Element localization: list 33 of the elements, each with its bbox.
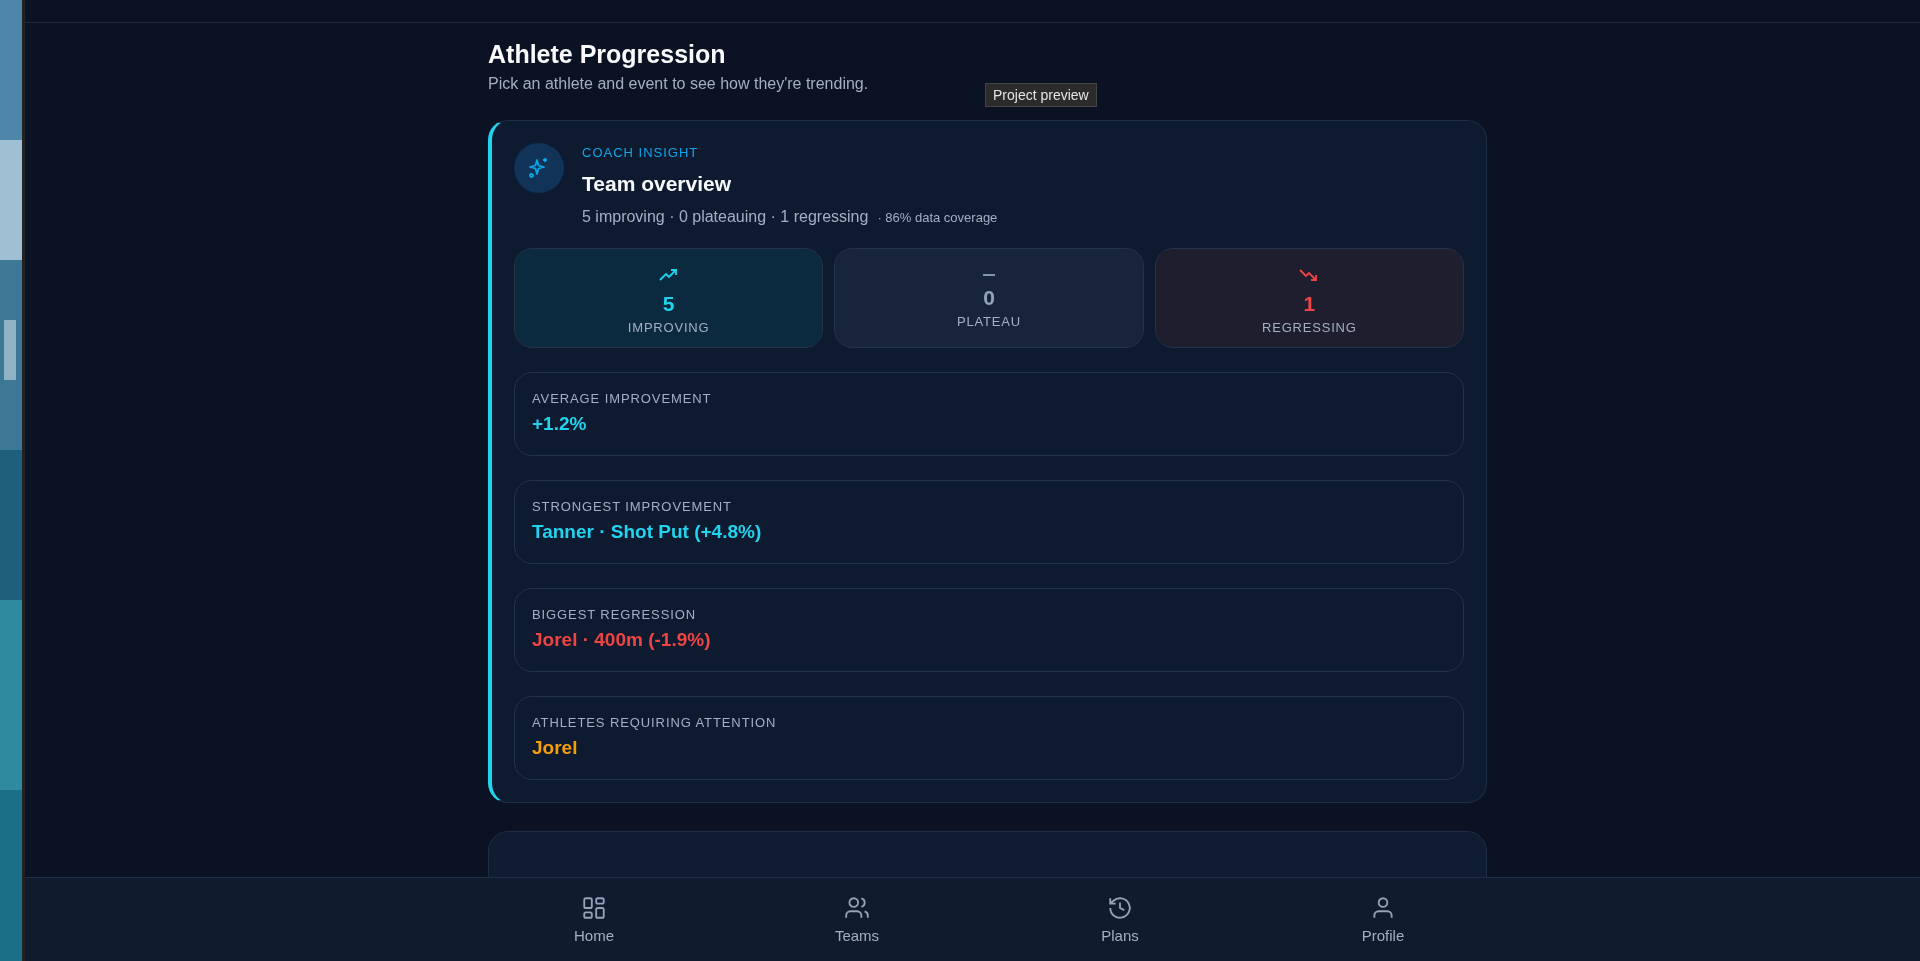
page-subtitle: Pick an athlete and event to see how they're trending. <box>488 74 870 94</box>
page-title: Athlete Progression <box>488 39 727 70</box>
grid-icon <box>581 895 607 921</box>
coverage-text: · 86% data coverage <box>877 210 998 225</box>
metric-value: Jorel <box>532 737 579 759</box>
stat-value: 1 <box>1303 291 1316 316</box>
stat-value: 5 <box>662 291 675 316</box>
trend-down-icon <box>1299 267 1320 282</box>
metric-label: BIGGEST REGRESSION <box>532 607 698 622</box>
metric-value: +1.2% <box>532 413 588 435</box>
stat-label: IMPROVING <box>627 319 710 335</box>
card-title: Team overview <box>582 172 733 196</box>
card-eyebrow: COACH INSIGHT <box>582 145 700 160</box>
metric-value: Jorel · 400m (-1.9%) <box>532 629 712 651</box>
users-icon <box>844 895 870 921</box>
history-icon <box>1107 895 1133 921</box>
metric-label: ATHLETES REQUIRING ATTENTION <box>532 715 778 730</box>
sparkle-icon <box>514 143 564 193</box>
nav-tab[interactable]: Teams <box>725 878 989 961</box>
nav-tab[interactable]: Home <box>462 878 726 961</box>
nav-tab[interactable]: Profile <box>1251 878 1515 961</box>
dash-icon <box>983 273 995 276</box>
metric-label: AVERAGE IMPROVEMENT <box>532 391 713 406</box>
tooltip: Project preview <box>985 83 1097 107</box>
metric-value: Tanner · Shot Put (+4.8%) <box>532 521 763 543</box>
trend-up-icon <box>658 267 679 282</box>
metric-label: STRONGEST IMPROVEMENT <box>532 499 733 514</box>
nav-tab[interactable]: Plans <box>988 878 1252 961</box>
stat-label: REGRESSING <box>1262 319 1357 335</box>
user-icon <box>1370 895 1396 921</box>
stat-label: PLATEAU <box>957 313 1021 329</box>
stat-value: 0 <box>983 285 995 310</box>
summary-text: 5 improving · 0 plateauing · 1 regressing <box>582 208 869 226</box>
